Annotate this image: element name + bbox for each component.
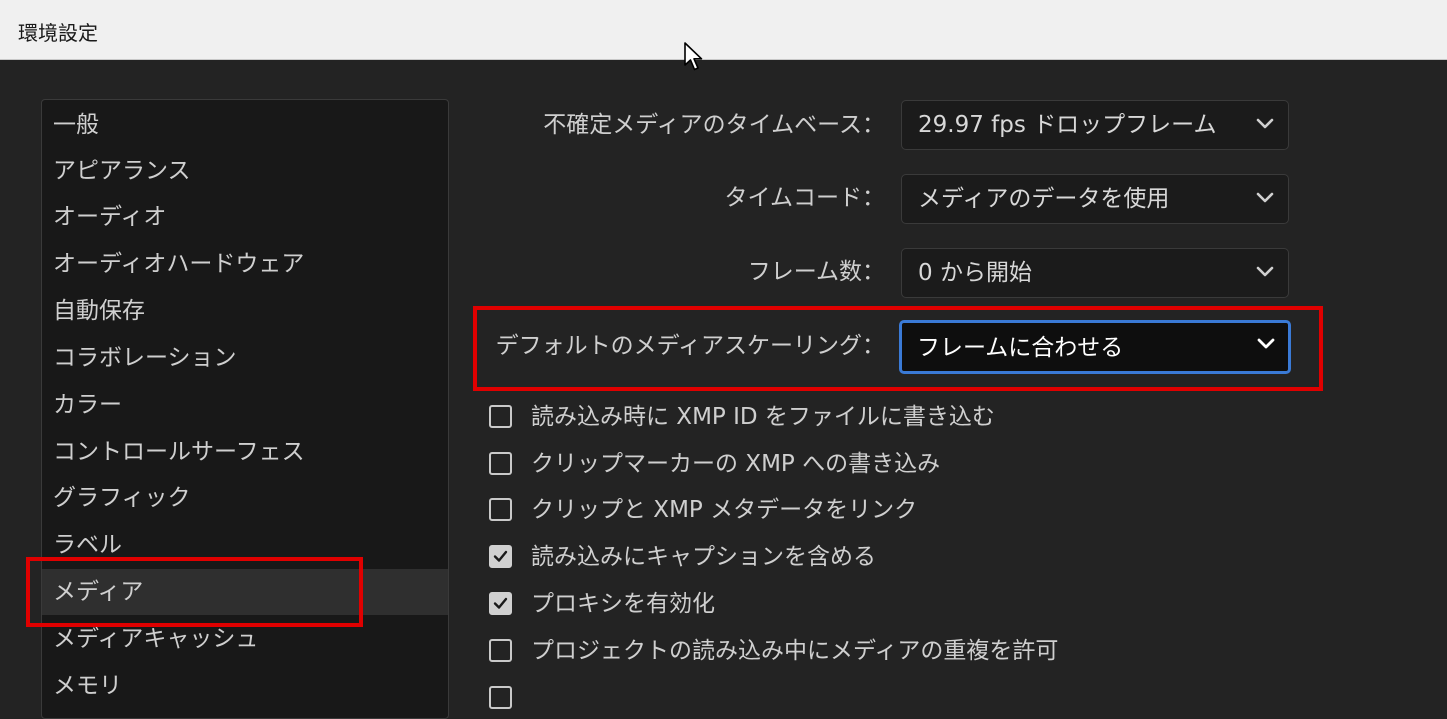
timebase-value: 29.97 fps ドロップフレーム	[918, 112, 1217, 138]
chevron-down-icon	[1256, 192, 1274, 203]
include-captions-label: 読み込みにキャプションを含める	[531, 544, 876, 570]
clip-marker-xmp-checkbox[interactable]	[489, 452, 512, 475]
chevron-down-icon	[1256, 118, 1274, 129]
checkmark-icon	[493, 550, 508, 562]
sidebar-item-audio[interactable]: オーディオ	[42, 194, 448, 240]
allow-duplicate-media-checkbox[interactable]	[489, 639, 512, 662]
media-scaling-dropdown[interactable]: フレームに合わせる	[899, 320, 1291, 374]
frame-count-value: 0 から開始	[918, 260, 1032, 286]
sidebar-item-auto-save[interactable]: 自動保存	[42, 288, 448, 334]
sidebar-item-media[interactable]: メディア	[42, 569, 448, 615]
sidebar-item-appearance[interactable]: アピアランス	[42, 148, 448, 194]
mouse-cursor-icon	[684, 42, 703, 71]
enable-proxies-checkbox[interactable]	[489, 592, 512, 615]
window-title: 環境設定	[18, 21, 98, 45]
sidebar-item-collaboration[interactable]: コラボレーション	[42, 335, 448, 381]
sidebar-item-memory[interactable]: メモリ	[42, 663, 448, 709]
timebase-dropdown[interactable]: 29.97 fps ドロップフレーム	[901, 100, 1289, 150]
title-bar: 環境設定	[0, 0, 1447, 60]
checkmark-icon	[493, 597, 508, 609]
allow-duplicate-media-label: プロジェクトの読み込み中にメディアの重複を許可	[531, 638, 1059, 664]
write-xmp-id-label: 読み込み時に XMP ID をファイルに書き込む	[531, 404, 995, 430]
clip-marker-xmp-label: クリップマーカーの XMP への書き込み	[531, 451, 941, 477]
link-xmp-metadata-label: クリップと XMP メタデータをリンク	[531, 497, 918, 523]
link-xmp-metadata-checkbox[interactable]	[489, 498, 512, 521]
chevron-down-icon	[1256, 266, 1274, 277]
preferences-category-list[interactable]: 一般 アピアランス オーディオ オーディオハードウェア 自動保存 コラボレーショ…	[41, 99, 449, 719]
sidebar-item-general[interactable]: 一般	[42, 102, 448, 148]
media-scaling-label: デフォルトのメディアスケーリング：	[495, 333, 885, 359]
chevron-down-icon	[1257, 338, 1275, 349]
sidebar-item-control-surface[interactable]: コントロールサーフェス	[42, 429, 448, 475]
frame-count-label: フレーム数：	[747, 259, 885, 285]
include-captions-checkbox[interactable]	[489, 545, 512, 568]
timebase-label: 不確定メディアのタイムベース：	[543, 112, 885, 138]
write-xmp-id-checkbox[interactable]	[489, 405, 512, 428]
media-scaling-value: フレームに合わせる	[917, 335, 1124, 361]
sidebar-item-audio-hardware[interactable]: オーディオハードウェア	[42, 241, 448, 287]
timecode-label: タイムコード：	[724, 185, 885, 211]
timecode-dropdown[interactable]: メディアのデータを使用	[901, 174, 1289, 224]
timecode-value: メディアのデータを使用	[918, 186, 1170, 212]
partial-checkbox[interactable]	[489, 686, 512, 709]
sidebar-item-color[interactable]: カラー	[42, 382, 448, 428]
enable-proxies-label: プロキシを有効化	[531, 591, 715, 617]
frame-count-dropdown[interactable]: 0 から開始	[901, 248, 1289, 298]
sidebar-item-graphics[interactable]: グラフィック	[42, 475, 448, 521]
sidebar-item-media-cache[interactable]: メディアキャッシュ	[42, 616, 448, 662]
sidebar-item-labels[interactable]: ラベル	[42, 522, 448, 568]
